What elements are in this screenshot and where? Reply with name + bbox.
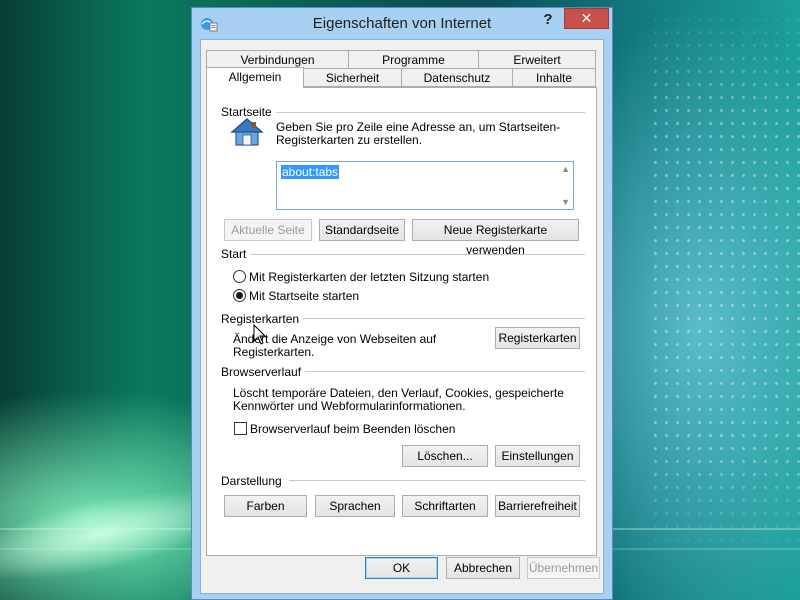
scroll-down-icon[interactable]: ▼ bbox=[561, 197, 570, 207]
group-label-start: Start bbox=[221, 247, 251, 261]
startseite-description-line: Registerkarten zu erstellen. bbox=[276, 133, 423, 147]
delete-history-on-exit-checkbox[interactable] bbox=[234, 422, 247, 435]
scroll-up-icon[interactable]: ▲ bbox=[561, 164, 570, 174]
tab-erweitert[interactable]: Erweitert bbox=[478, 50, 596, 69]
group-label-darstellung: Darstellung bbox=[221, 474, 286, 488]
registerkarten-description-line: Registerkarten. bbox=[233, 345, 315, 359]
radio-homepage-label[interactable]: Mit Startseite starten bbox=[249, 290, 359, 303]
tab-inhalte[interactable]: Inhalte bbox=[512, 68, 596, 87]
ok-button[interactable]: OK bbox=[365, 557, 438, 579]
internet-options-dialog: Eigenschaften von Internet ? ✕ Verbindun… bbox=[191, 7, 613, 600]
tab-datenschutz[interactable]: Datenschutz bbox=[401, 68, 513, 87]
cancel-button[interactable]: Abbrechen bbox=[446, 557, 520, 579]
group-divider bbox=[289, 480, 585, 481]
group-divider bbox=[267, 112, 585, 113]
group-divider bbox=[301, 371, 585, 372]
title-bar[interactable]: Eigenschaften von Internet ? ✕ bbox=[192, 8, 612, 38]
home-icon bbox=[230, 118, 264, 146]
group-label-browserverlauf: Browserverlauf bbox=[221, 365, 306, 379]
tabs-settings-button[interactable]: Registerkarten bbox=[495, 327, 580, 349]
mouse-cursor-icon bbox=[253, 324, 267, 345]
delete-history-button[interactable]: Löschen... bbox=[402, 445, 488, 467]
close-button[interactable]: ✕ bbox=[564, 8, 609, 29]
radio-homepage[interactable] bbox=[233, 289, 246, 302]
languages-button[interactable]: Sprachen bbox=[315, 495, 395, 517]
history-settings-button[interactable]: Einstellungen bbox=[495, 445, 580, 467]
accessibility-button[interactable]: Barrierefreiheit bbox=[495, 495, 580, 517]
fonts-button[interactable]: Schriftarten bbox=[402, 495, 488, 517]
current-page-button[interactable]: Aktuelle Seite bbox=[224, 219, 312, 241]
default-page-button[interactable]: Standardseite bbox=[319, 219, 405, 241]
browserverlauf-description: Löscht temporäre Dateien, den Verlauf, C… bbox=[233, 387, 573, 413]
tab-sicherheit[interactable]: Sicherheit bbox=[303, 68, 402, 87]
tab-allgemein[interactable]: Allgemein bbox=[206, 67, 304, 88]
group-divider bbox=[299, 318, 585, 319]
tab-programme[interactable]: Programme bbox=[348, 50, 479, 69]
radio-last-session[interactable] bbox=[233, 270, 246, 283]
registerkarten-description: Ändert die Anzeige von Webseiten auf Reg… bbox=[233, 333, 463, 359]
help-button[interactable]: ? bbox=[537, 11, 559, 31]
new-tab-button[interactable]: Neue Registerkarte verwenden bbox=[412, 219, 579, 257]
startseite-description: Geben Sie pro Zeile eine Adresse an, um … bbox=[276, 121, 576, 147]
group-divider bbox=[247, 254, 585, 255]
delete-history-on-exit-label[interactable]: Browserverlauf beim Beenden löschen bbox=[250, 423, 455, 436]
radio-last-session-label[interactable]: Mit Registerkarten der letzten Sitzung s… bbox=[249, 271, 489, 284]
apply-button[interactable]: Übernehmen bbox=[527, 557, 600, 579]
browserverlauf-description-line: Kennwörter und Webformularinformationen. bbox=[233, 399, 466, 413]
dialog-client-area: Verbindungen Programme Erweitert Allgeme… bbox=[200, 39, 604, 594]
homepage-url-value: about:tabs bbox=[281, 165, 340, 179]
background-sparkles bbox=[650, 0, 800, 560]
homepage-url-textarea[interactable]: about:tabs ▲ ▼ bbox=[276, 161, 574, 210]
colors-button[interactable]: Farben bbox=[224, 495, 307, 517]
tab-panel-allgemein: Startseite Geben Sie pro Zeile eine Adre… bbox=[206, 87, 597, 556]
